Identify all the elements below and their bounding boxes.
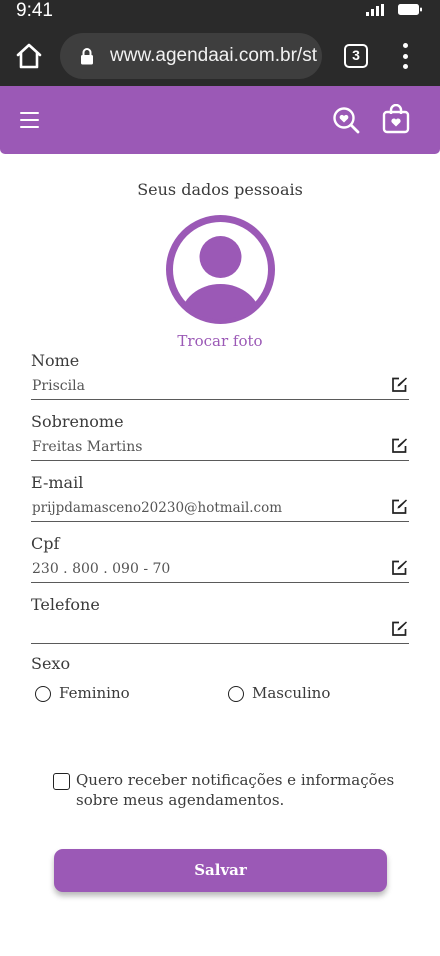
telefone-underline [31, 643, 409, 644]
lock-icon [81, 48, 93, 65]
signal-icon [366, 4, 384, 16]
tabs-icon[interactable]: 3 [344, 44, 368, 68]
edit-icon[interactable] [391, 559, 408, 576]
radio-label-feminino[interactable]: Feminino [59, 684, 130, 702]
url-text[interactable]: www.agendaai.com.br/st [110, 45, 317, 67]
telefone-input[interactable] [32, 619, 382, 641]
browser-bar: www.agendaai.com.br/st 3 [0, 24, 440, 86]
app-header [0, 86, 440, 154]
status-bar: 9:41 [0, 0, 440, 24]
email-field: E-mail [31, 473, 409, 533]
menu-icon[interactable] [18, 108, 42, 132]
edit-icon[interactable] [391, 498, 408, 515]
cpf-label: Cpf [31, 534, 60, 553]
sobrenome-input[interactable] [32, 436, 382, 458]
cpf-input[interactable] [32, 558, 382, 580]
radio-label-masculino[interactable]: Masculino [252, 684, 330, 702]
radio-circle[interactable] [35, 686, 51, 702]
more-vertical-icon[interactable] [396, 43, 416, 69]
nome-underline [31, 399, 409, 400]
cpf-underline [31, 582, 409, 583]
email-input[interactable] [32, 497, 382, 519]
cpf-field: Cpf [31, 534, 409, 594]
email-underline [31, 521, 409, 522]
edit-icon[interactable] [391, 620, 408, 637]
shopping-bag-icon[interactable] [382, 104, 410, 134]
notifications-label[interactable]: Quero receber notificações e informações… [76, 770, 406, 810]
save-button[interactable]: Salvar [54, 849, 387, 892]
change-photo-link[interactable]: Trocar foto [0, 332, 440, 350]
telefone-field: Telefone [31, 595, 409, 655]
sexo-label: Sexo [31, 654, 71, 673]
sobrenome-field: Sobrenome [31, 412, 409, 472]
telefone-label: Telefone [31, 595, 100, 614]
radio-circle[interactable] [228, 686, 244, 702]
nome-label: Nome [31, 351, 80, 370]
nome-input[interactable] [32, 375, 382, 397]
status-time: 9:41 [16, 0, 53, 21]
edit-icon[interactable] [391, 376, 408, 393]
user-avatar-icon[interactable] [165, 214, 276, 325]
sobrenome-label: Sobrenome [31, 412, 124, 431]
battery-icon [398, 4, 422, 15]
email-label: E-mail [31, 473, 84, 492]
page-title: Seus dados pessoais [137, 180, 303, 199]
address-bar[interactable]: www.agendaai.com.br/st [60, 33, 322, 79]
home-icon[interactable] [14, 41, 44, 71]
sobrenome-underline [31, 460, 409, 461]
edit-icon[interactable] [391, 437, 408, 454]
nome-field: Nome [31, 351, 409, 411]
notifications-checkbox[interactable] [53, 773, 70, 790]
search-heart-icon[interactable] [332, 106, 360, 134]
